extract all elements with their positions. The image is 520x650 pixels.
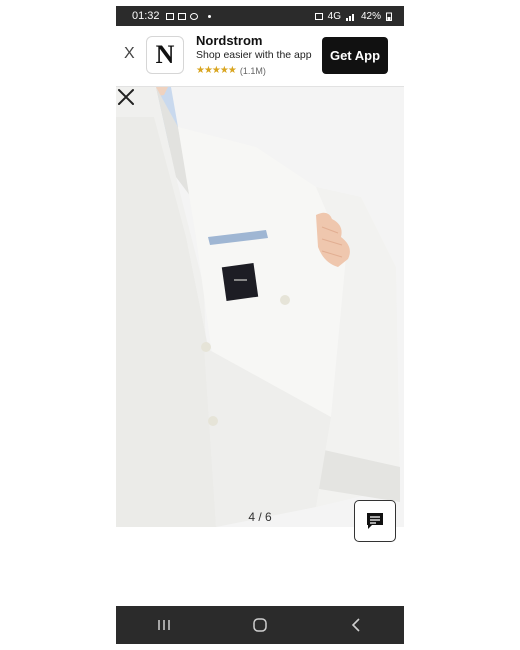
news-icon [177,12,186,20]
back-button[interactable] [336,610,376,640]
more-notifications-dot [207,14,211,18]
recent-apps-icon [158,620,170,630]
home-button[interactable] [240,610,280,640]
status-time: 01:32 [132,10,160,22]
app-tagline: Shop easier with the app [196,49,312,61]
signal-icon [345,13,354,21]
app-rating: ★★★★★ (1.1M) [196,65,266,76]
chat-icon [367,513,383,529]
product-image-viewer[interactable]: 4 / 6 [116,87,404,527]
recent-apps-button[interactable] [144,610,184,640]
network-type: 4G [327,10,341,22]
close-icon[interactable] [116,87,136,107]
facebook-icon [189,12,198,20]
battery-percent: 42% [360,10,381,22]
review-count: (1.1M) [239,65,266,76]
star-rating-icon: ★★★★★ [196,65,237,76]
chat-button[interactable] [354,500,396,542]
status-bar: 01:32 4G 42% [116,6,404,26]
product-photo-white-blazer [116,87,404,527]
logo-letter: N [155,40,175,69]
get-app-button[interactable]: Get App [322,37,388,74]
home-icon [253,618,267,632]
app-install-banner: X N Nordstrom Shop easier with the app ★… [116,26,404,87]
status-right: 4G 42% [314,10,392,22]
battery-icon [386,12,392,21]
banner-close-button[interactable]: X [124,46,135,62]
phone-screen: 01:32 4G 42% X N Nordstrom Shop easier w… [116,0,404,650]
back-icon [351,618,360,632]
app-name: Nordstrom [196,33,263,48]
nordstrom-logo[interactable]: N [146,36,184,74]
alarm-icon [314,12,323,20]
gallery-icon [165,12,174,20]
system-nav-bar [116,606,404,644]
notification-icons [165,12,211,20]
